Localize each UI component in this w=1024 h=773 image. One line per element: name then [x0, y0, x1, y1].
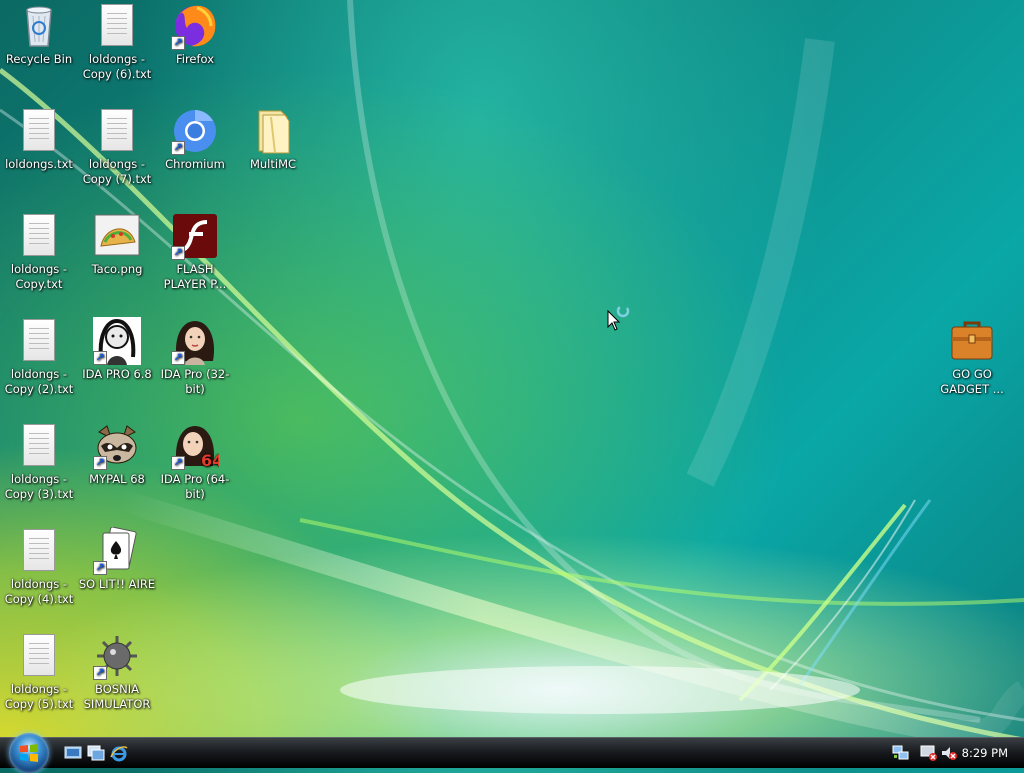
shortcut-flash-player[interactable]: ↗ FLASH PLAYER P... — [156, 212, 234, 292]
icon-label: Recycle Bin — [5, 52, 73, 66]
ida-portrait-icon: ↗ — [171, 317, 219, 365]
icon-label: IDA PRO 6.8 — [82, 367, 152, 381]
file-loldongs-copy-6-txt[interactable]: loldongs - Copy (6).txt — [78, 2, 156, 82]
playing-cards-icon: ↗ — [93, 526, 141, 575]
icon-label: GO GO GADGET ... — [940, 367, 1004, 396]
file-loldongs-copy-4-txt[interactable]: loldongs - Copy (4).txt — [0, 527, 78, 607]
ida-portrait-bw-icon: ↗ — [93, 317, 141, 365]
windows-logo-icon — [20, 744, 38, 762]
chromium-icon: ↗ — [171, 107, 219, 155]
ida64-portrait-icon: 64 ↗ — [171, 422, 223, 470]
file-loldongs-copy-3-txt[interactable]: loldongs - Copy (3).txt — [0, 422, 78, 502]
monitor-error-icon[interactable] — [920, 744, 938, 762]
text-file-icon — [15, 212, 63, 260]
icon-label: BOSNIA SIMULATOR — [83, 682, 151, 711]
shortcut-chromium[interactable]: ↗ Chromium — [156, 107, 234, 172]
icon-label: Taco.png — [91, 262, 143, 276]
mine-icon: ↗ — [93, 632, 141, 680]
icon-label: loldongs - Copy (7).txt — [82, 157, 152, 186]
internet-explorer-icon[interactable] — [110, 745, 128, 762]
icon-label: loldongs - Copy (4).txt — [4, 577, 74, 606]
icon-label: SO LIT!! AIRE — [78, 577, 156, 591]
file-taco-png[interactable]: Taco.png — [78, 212, 156, 277]
file-loldongs-copy-txt[interactable]: loldongs - Copy.txt — [0, 212, 78, 292]
text-file-icon — [15, 527, 63, 575]
file-loldongs-copy-7-txt[interactable]: loldongs - Copy (7).txt — [78, 107, 156, 187]
shortcut-firefox[interactable]: ↗ Firefox — [156, 2, 234, 67]
shortcut-ida-pro-6-8[interactable]: ↗ IDA PRO 6.8 — [78, 317, 156, 382]
file-loldongs-copy-5-txt[interactable]: loldongs - Copy (5).txt — [0, 632, 78, 712]
text-file-icon — [15, 317, 63, 365]
icon-label: Firefox — [175, 52, 215, 66]
shortcut-arrow-icon: ↗ — [93, 561, 107, 575]
file-loldongs-copy-2-txt[interactable]: loldongs - Copy (2).txt — [0, 317, 78, 397]
shortcut-arrow-icon: ↗ — [171, 456, 185, 470]
show-desktop-icon[interactable] — [64, 745, 82, 761]
shortcut-so-lit-aire[interactable]: ↗ SO LIT!! AIRE — [78, 526, 156, 592]
text-file-icon — [15, 632, 63, 680]
icon-label: FLASH PLAYER P... — [163, 262, 227, 291]
text-file-icon — [93, 107, 141, 155]
taskbar: 8:29 PM — [0, 733, 1024, 773]
flash-player-icon: ↗ — [171, 212, 219, 260]
briefcase-icon — [948, 317, 996, 365]
svg-text:64: 64 — [201, 451, 219, 470]
icon-label: loldongs - Copy (2).txt — [4, 367, 74, 396]
shortcut-arrow-icon: ↗ — [93, 666, 107, 680]
raccoon-icon: ↗ — [93, 422, 141, 470]
shortcut-ida-pro-64-bit[interactable]: 64 ↗ IDA Pro (64-bit) — [156, 422, 234, 502]
taco-image-icon — [93, 212, 141, 260]
go-go-gadget[interactable]: GO GO GADGET ... — [933, 317, 1011, 397]
shortcut-arrow-icon: ↗ — [171, 351, 185, 365]
icon-label: loldongs - Copy (5).txt — [4, 682, 74, 711]
icon-label: loldongs - Copy (3).txt — [4, 472, 74, 501]
recycle-bin-icon — [15, 2, 63, 50]
switch-windows-icon[interactable] — [87, 745, 105, 761]
shortcut-arrow-icon: ↗ — [171, 36, 185, 50]
shortcut-bosnia-simulator[interactable]: ↗ BOSNIA SIMULATOR — [78, 632, 156, 712]
shortcut-arrow-icon: ↗ — [93, 351, 107, 365]
text-file-icon — [93, 2, 141, 50]
text-file-icon — [15, 107, 63, 155]
shortcut-arrow-icon: ↗ — [93, 456, 107, 470]
taskbar-clock[interactable]: 8:29 PM — [962, 746, 1008, 760]
start-button[interactable] — [9, 733, 49, 773]
recycle-bin[interactable]: Recycle Bin — [0, 2, 78, 67]
icon-label: loldongs.txt — [5, 157, 73, 171]
icon-label: Chromium — [165, 157, 225, 171]
firefox-icon: ↗ — [171, 2, 219, 50]
icon-label: MultiMC — [249, 157, 297, 171]
busy-cursor-icon — [606, 303, 632, 335]
shortcut-arrow-icon: ↗ — [171, 246, 185, 260]
shortcut-ida-pro-32-bit[interactable]: ↗ IDA Pro (32-bit) — [156, 317, 234, 397]
icon-label: loldongs - Copy (6).txt — [82, 52, 152, 81]
file-loldongs-txt[interactable]: loldongs.txt — [0, 107, 78, 172]
network-icon[interactable] — [892, 744, 910, 762]
shortcut-mypal-68[interactable]: ↗ MYPAL 68 — [78, 422, 156, 487]
icon-label: IDA Pro (32-bit) — [160, 367, 230, 396]
folder-icon — [249, 107, 297, 155]
icon-label: loldongs - Copy.txt — [10, 262, 68, 291]
volume-muted-icon[interactable] — [940, 744, 958, 762]
text-file-icon — [15, 422, 63, 470]
icon-label: IDA Pro (64-bit) — [160, 472, 230, 501]
folder-multimc[interactable]: MultiMC — [234, 107, 312, 172]
icon-label: MYPAL 68 — [89, 472, 145, 486]
desktop[interactable]: { "desktop": { "icons": [ {"label": "Rec… — [0, 0, 1024, 773]
shortcut-arrow-icon: ↗ — [171, 141, 185, 155]
